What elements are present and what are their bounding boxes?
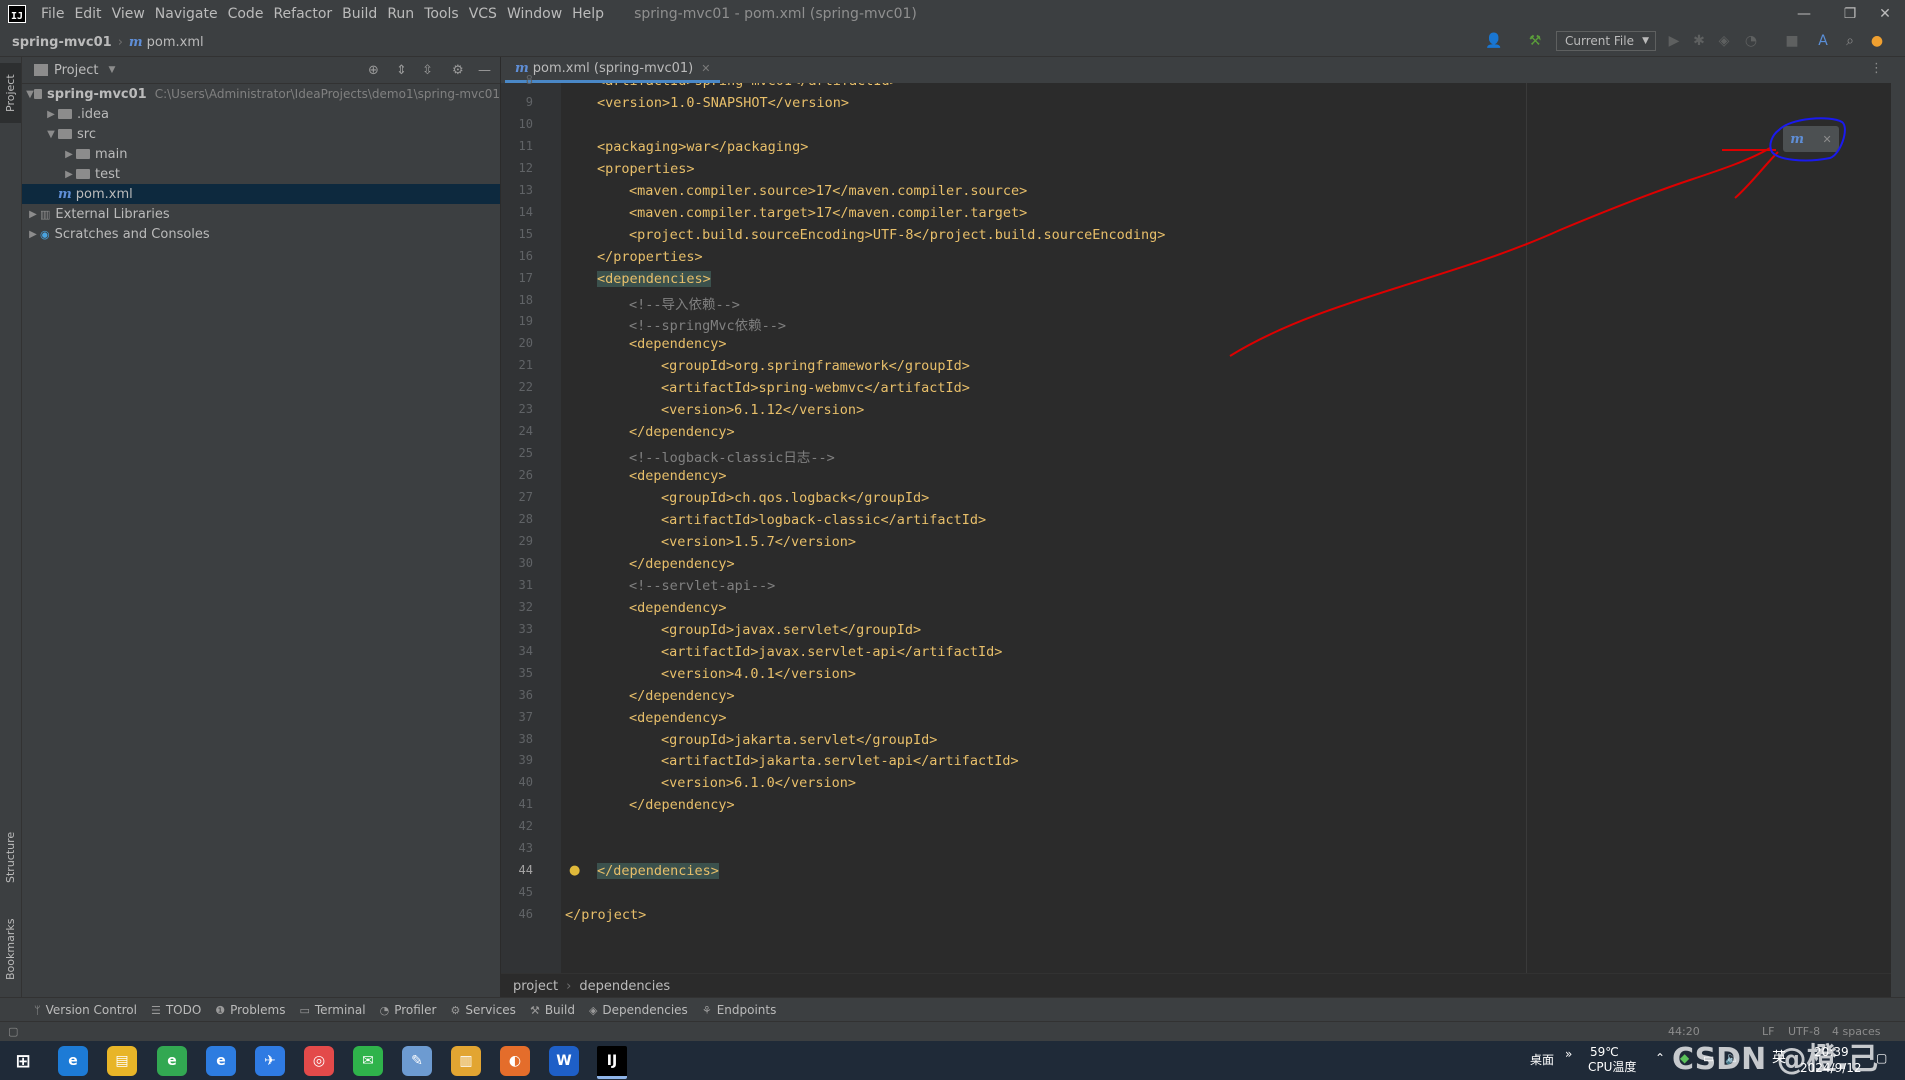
annotation-overlay bbox=[1229, 117, 1846, 357]
annotation-arrow-head-bottom bbox=[1734, 151, 1779, 199]
tool-dependencies[interactable]: ◈ Dependencies bbox=[589, 1003, 688, 1017]
tool-version-control[interactable]: ᛘ Version Control bbox=[34, 1003, 137, 1017]
csdn-watermark: CSDN @橙.己 bbox=[1672, 1042, 1879, 1077]
terminal-icon: ▭ bbox=[299, 1003, 310, 1017]
tool-endpoints[interactable]: ⚘ Endpoints bbox=[702, 1003, 777, 1017]
dependencies-icon: ◈ bbox=[588, 1003, 598, 1017]
services-icon: ⚙ bbox=[450, 1003, 461, 1017]
breadcrumb-project[interactable]: project bbox=[513, 979, 558, 994]
branch-icon: ᛘ bbox=[34, 1003, 41, 1017]
wps-icon[interactable]: W bbox=[549, 1046, 579, 1076]
intellij-taskbar-icon[interactable]: IJ bbox=[597, 1046, 627, 1079]
tray-chevron-up-icon[interactable]: ⌃ bbox=[1655, 1051, 1665, 1065]
list-icon: ☰ bbox=[150, 1003, 161, 1017]
postman-icon[interactable]: ◐ bbox=[500, 1046, 530, 1076]
tool-terminal[interactable]: ▭ Terminal bbox=[299, 1003, 365, 1017]
caret-position[interactable]: 44:20 bbox=[1668, 1025, 1700, 1038]
tool-todo[interactable]: ☰ TODO bbox=[151, 1003, 201, 1017]
tool-build[interactable]: ⚒ Build bbox=[530, 1003, 575, 1017]
paint-icon[interactable]: ✎ bbox=[402, 1046, 432, 1076]
cpu-temp-label: CPU温度 bbox=[1588, 1060, 1637, 1074]
hammer-icon: ⚒ bbox=[529, 1003, 540, 1017]
tool-services[interactable]: ⚙ Services bbox=[450, 1003, 515, 1017]
bottom-tool-bar: ᛘ Version Control ☰ TODO ❶ Problems ▭ Termin… bbox=[0, 997, 1905, 1022]
browser-360-icon[interactable]: e bbox=[157, 1046, 187, 1076]
annotation-circle bbox=[1769, 117, 1846, 162]
status-bar: ▢ 44:20 LF UTF-8 4 spaces bbox=[0, 1021, 1905, 1042]
breadcrumb-dependencies[interactable]: dependencies bbox=[579, 979, 670, 994]
annotation-arrow-line bbox=[1229, 147, 1771, 357]
chevron-right-icon: › bbox=[566, 978, 572, 994]
endpoints-icon: ⚘ bbox=[701, 1003, 712, 1017]
right-tool-stripe bbox=[1891, 57, 1905, 997]
tool-profiler[interactable]: ◔ Profiler bbox=[380, 1003, 437, 1017]
chevron-right-icon[interactable]: » bbox=[1565, 1047, 1572, 1061]
file-explorer-icon[interactable]: ▤ bbox=[107, 1046, 137, 1076]
windows-start-icon[interactable]: ⊞ bbox=[8, 1046, 38, 1076]
line-separator[interactable]: LF bbox=[1762, 1025, 1774, 1038]
cpu-temp-value: 59℃ bbox=[1590, 1045, 1619, 1059]
editor-breadcrumb: project › dependencies bbox=[501, 973, 1891, 998]
folder-app-icon[interactable]: ▥ bbox=[451, 1046, 481, 1076]
netease-music-icon[interactable]: ◎ bbox=[304, 1046, 334, 1076]
tool-problems[interactable]: ❶ Problems bbox=[215, 1003, 285, 1017]
desktop-label[interactable]: 桌面 bbox=[1530, 1053, 1554, 1067]
wechat-icon[interactable]: ✉ bbox=[353, 1046, 383, 1076]
windows-taskbar: ⊞ e ▤ e e ✈ ◎ ✉ ✎ ▥ ◐ W IJ 桌面 » 59℃ CPU温… bbox=[0, 1041, 1905, 1080]
status-toggle-icon[interactable]: ▢ bbox=[8, 1025, 18, 1038]
file-encoding[interactable]: UTF-8 bbox=[1788, 1025, 1820, 1038]
indent-setting[interactable]: 4 spaces bbox=[1832, 1025, 1881, 1038]
feishu-icon[interactable]: ✈ bbox=[255, 1046, 285, 1076]
lightbulb-icon[interactable]: ● bbox=[569, 863, 580, 878]
profiler-icon: ◔ bbox=[379, 1003, 390, 1017]
info-icon: ❶ bbox=[215, 1003, 226, 1017]
edge-browser-icon[interactable]: e bbox=[58, 1046, 88, 1076]
ie-browser-icon[interactable]: e bbox=[206, 1046, 236, 1076]
